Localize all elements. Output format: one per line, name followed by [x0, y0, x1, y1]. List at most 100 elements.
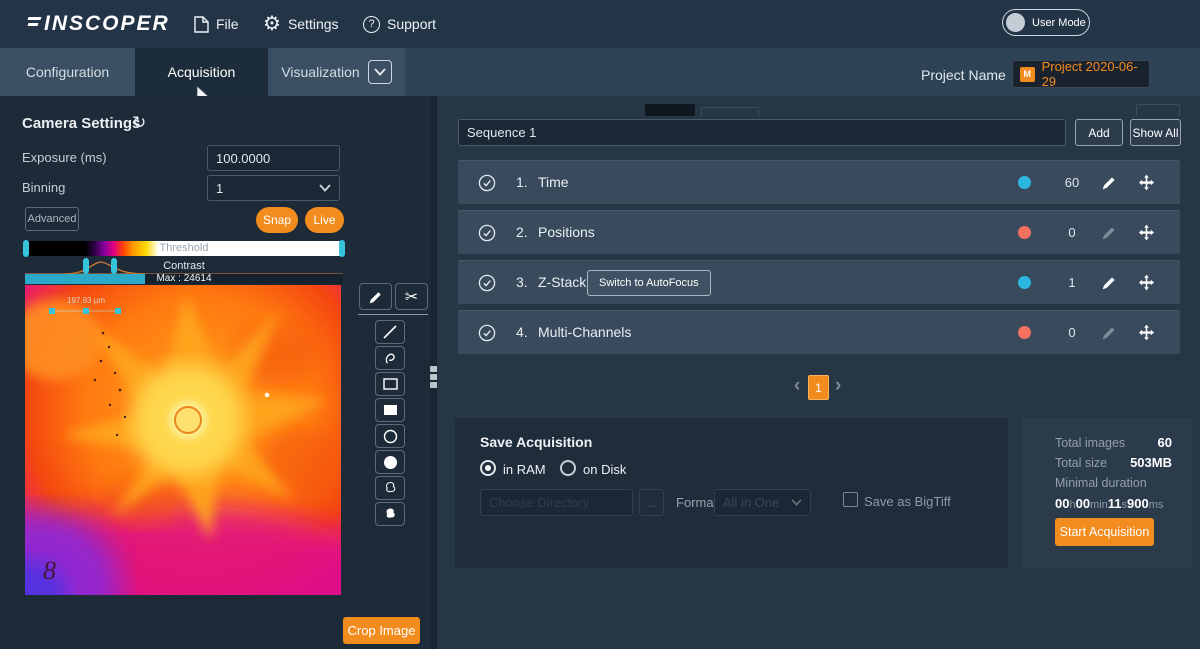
settings-menu[interactable]: ⚙ Settings: [263, 0, 339, 48]
freehand-tool-button[interactable]: [375, 346, 405, 370]
move-handle[interactable]: [1137, 273, 1156, 292]
sequence-row-time[interactable]: 1. Time 60: [458, 160, 1180, 204]
filled-circle-tool-button[interactable]: [375, 450, 405, 474]
sequence-row-multichannels[interactable]: 4. Multi-Channels 0: [458, 310, 1180, 354]
rectangle-filled-icon: [383, 404, 398, 416]
in-ram-radio[interactable]: [480, 460, 496, 476]
circle-outline-icon: [383, 429, 398, 444]
check-circle-icon[interactable]: [478, 324, 496, 342]
clipped-row-remnant: [701, 107, 759, 117]
rectangle-tool-button[interactable]: [375, 372, 405, 396]
move-icon: [1137, 223, 1156, 242]
threshold-bar[interactable]: Threshold: [25, 241, 343, 256]
format-select[interactable]: All in One: [714, 489, 811, 516]
file-icon: [194, 16, 209, 33]
check-circle-icon[interactable]: [478, 274, 496, 292]
sequence-row-zstack[interactable]: 3. Z-Stack Switch to AutoFocus 1: [458, 260, 1180, 304]
sequence-row-positions[interactable]: 2. Positions 0: [458, 210, 1180, 254]
user-mode-toggle[interactable]: User Mode: [1002, 9, 1090, 36]
cut-tool-button[interactable]: ✂: [395, 283, 428, 310]
row-number: 2.: [516, 224, 528, 240]
in-ram-label: in RAM: [503, 462, 546, 477]
max-intensity-label: Max : 24614: [25, 274, 343, 284]
support-menu[interactable]: ? Support: [363, 0, 436, 48]
status-dot: [1018, 326, 1031, 339]
radio-dot: [485, 465, 491, 471]
curve-icon: [382, 350, 398, 366]
visualization-dropdown-button[interactable]: [368, 60, 392, 84]
move-handle[interactable]: [1137, 173, 1156, 192]
add-sequence-button[interactable]: Add: [1075, 119, 1123, 146]
binning-value: 1: [216, 181, 223, 196]
bigtiff-checkbox[interactable]: [843, 492, 858, 507]
project-name-field[interactable]: M Project 2020-06-29: [1012, 60, 1150, 88]
edit-button[interactable]: [1101, 274, 1118, 291]
project-name-value: Project 2020-06-29: [1042, 59, 1149, 89]
save-acquisition-title: Save Acquisition: [480, 434, 592, 450]
project-name-label: Project Name: [921, 67, 1006, 83]
cell-image: 197.93 µm 8: [25, 285, 341, 595]
start-acquisition-button[interactable]: Start Acquisition: [1055, 518, 1154, 546]
support-menu-label: Support: [387, 16, 436, 32]
total-size-label: Total size: [1055, 456, 1107, 470]
scissors-icon: ✂: [405, 287, 418, 307]
advanced-button[interactable]: Advanced: [25, 207, 79, 231]
refresh-icon[interactable]: ↻: [132, 113, 146, 133]
settings-menu-label: Settings: [288, 16, 339, 32]
switch-to-autofocus-button[interactable]: Switch to AutoFocus: [587, 270, 711, 296]
move-handle[interactable]: [1137, 223, 1156, 242]
on-disk-label: on Disk: [583, 462, 626, 477]
polygon-tool-button[interactable]: [375, 476, 405, 500]
check-circle-icon[interactable]: [478, 174, 496, 192]
row-label: Multi-Channels: [538, 324, 631, 340]
draw-tool-button[interactable]: [359, 283, 392, 310]
page-next-button[interactable]: ›: [835, 375, 841, 397]
user-mode-knob: [1006, 13, 1025, 32]
move-handle[interactable]: [1137, 323, 1156, 342]
edit-button[interactable]: [1101, 174, 1118, 191]
page-prev-button[interactable]: ‹: [794, 375, 800, 397]
status-dot: [1018, 176, 1031, 189]
live-camera-image[interactable]: 197.93 µm 8: [25, 285, 341, 595]
show-all-button[interactable]: Show All: [1130, 119, 1181, 146]
save-acquisition-panel: Save Acquisition in RAM on Disk ... Form…: [455, 418, 1008, 568]
move-icon: [1137, 273, 1156, 292]
filled-rectangle-tool-button[interactable]: [375, 398, 405, 422]
edit-button[interactable]: [1101, 324, 1118, 341]
project-badge-icon: M: [1020, 67, 1035, 82]
line-tool-button[interactable]: [375, 320, 405, 344]
directory-input[interactable]: [480, 489, 633, 516]
exposure-input[interactable]: [207, 145, 340, 171]
snap-button[interactable]: Snap: [256, 207, 298, 233]
edit-button[interactable]: [1101, 224, 1118, 241]
contrast-slider[interactable]: Contrast: [25, 258, 343, 274]
sequence-name-input[interactable]: [458, 119, 1066, 146]
tab-configuration[interactable]: Configuration: [0, 48, 135, 96]
tab-visualization[interactable]: Visualization: [268, 48, 405, 96]
format-value: All in One: [723, 495, 779, 510]
binning-select[interactable]: 1: [207, 175, 340, 201]
crop-image-button[interactable]: Crop Image: [343, 617, 420, 644]
line-icon: [382, 324, 398, 340]
blob-filled-icon: [382, 506, 398, 522]
check-circle-icon[interactable]: [478, 224, 496, 242]
page-number[interactable]: 1: [808, 375, 829, 400]
live-button[interactable]: Live: [305, 207, 344, 233]
circle-tool-button[interactable]: [375, 424, 405, 448]
inscoper-logo-mark: [28, 16, 42, 32]
tab-acquisition-label: Acquisition: [168, 64, 236, 80]
duration-minutes: 00: [1076, 496, 1090, 511]
filled-polygon-tool-button[interactable]: [375, 502, 405, 526]
threshold-handle-right[interactable]: [339, 240, 345, 257]
file-menu[interactable]: File: [194, 0, 239, 48]
on-disk-radio[interactable]: [560, 460, 576, 476]
duration-seconds: 11: [1108, 496, 1122, 511]
exposure-label: Exposure (ms): [22, 150, 107, 165]
row-number: 4.: [516, 324, 528, 340]
threshold-handle-left[interactable]: [23, 240, 29, 257]
inscoper-logo-text: INSCOPER: [44, 12, 170, 36]
row-number: 1.: [516, 174, 528, 190]
row-number: 3.: [516, 274, 528, 290]
minimal-duration-label: Minimal duration: [1055, 476, 1147, 490]
browse-directory-button[interactable]: ...: [639, 489, 664, 516]
